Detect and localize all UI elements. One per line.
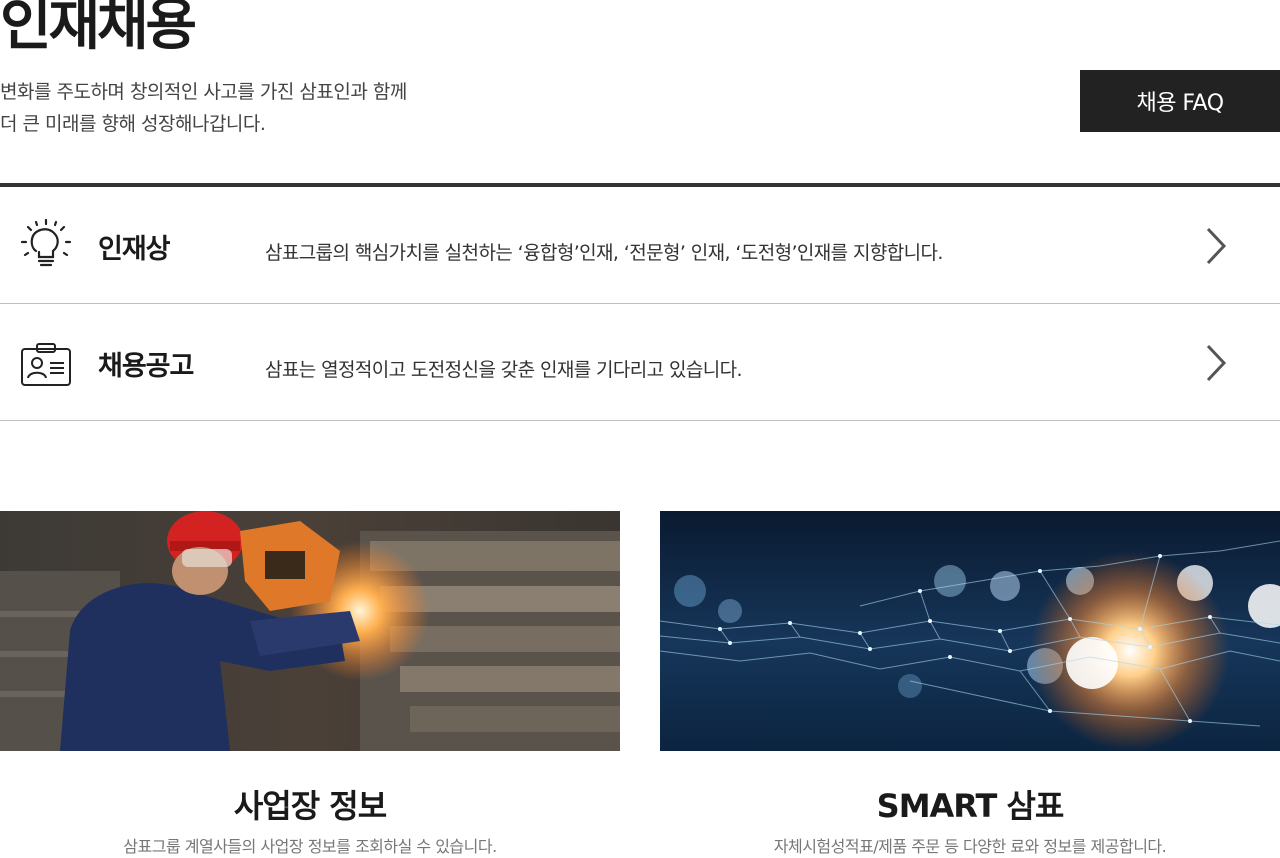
row-talent[interactable]: 인재상 삼표그룹의 핵심가치를 실천하는 ‘융합형’인재, ‘전문형’ 인재, … bbox=[0, 187, 1280, 304]
card-worksite-title: 사업장 정보 bbox=[233, 787, 387, 825]
card-smart-description: 자체시험성적표/제품 주문 등 다양한 료와 정보를 제공합니다. bbox=[773, 837, 1167, 856]
card-worksite-info[interactable]: 사업장 정보 삼표그룹 계열사들의 사업장 정보를 조회하실 수 있습니다. bbox=[0, 511, 620, 857]
network-mesh-photo bbox=[660, 511, 1280, 751]
recruit-link-list: 인재상 삼표그룹의 핵심가치를 실천하는 ‘융합형’인재, ‘전문형’ 인재, … bbox=[0, 183, 1280, 421]
welding-worker-photo bbox=[0, 511, 620, 751]
row-talent-title: 인재상 bbox=[98, 234, 171, 265]
card-worksite-description: 삼표그룹 계열사들의 사업장 정보를 조회하실 수 있습니다. bbox=[123, 837, 497, 856]
chevron-right-icon bbox=[1206, 227, 1227, 265]
page-title: 인재채용 bbox=[0, 0, 197, 58]
row-job-postings-title: 채용공고 bbox=[98, 351, 194, 382]
row-job-postings-description: 삼표는 열정적이고 도전정신을 갖춘 인재를 기다리고 있습니다. bbox=[265, 359, 743, 381]
intro-line-1: 변화를 주도하며 창의적인 사고를 가진 삼표인과 함께 bbox=[0, 81, 407, 103]
intro-line-2: 더 큰 미래를 향해 성장해나갑니다. bbox=[0, 113, 266, 135]
row-job-postings[interactable]: 채용공고 삼표는 열정적이고 도전정신을 갖춘 인재를 기다리고 있습니다. bbox=[0, 304, 1280, 421]
chevron-right-icon bbox=[1206, 344, 1227, 382]
row-talent-description: 삼표그룹의 핵심가치를 실천하는 ‘융합형’인재, ‘전문형’ 인재, ‘도전형… bbox=[265, 242, 943, 264]
card-smart-sampyo[interactable]: SMART 삼표 자체시험성적표/제품 주문 등 다양한 료와 정보를 제공합니… bbox=[660, 511, 1280, 857]
lightbulb-icon bbox=[20, 219, 72, 267]
card-smart-title: SMART 삼표 bbox=[876, 787, 1065, 825]
id-card-icon bbox=[21, 343, 71, 386]
page-intro: 변화를 주도하며 창의적인 사고를 가진 삼표인과 함께 더 큰 미래를 향해 … bbox=[0, 76, 407, 140]
recruit-faq-button[interactable]: 채용 FAQ bbox=[1080, 70, 1280, 132]
